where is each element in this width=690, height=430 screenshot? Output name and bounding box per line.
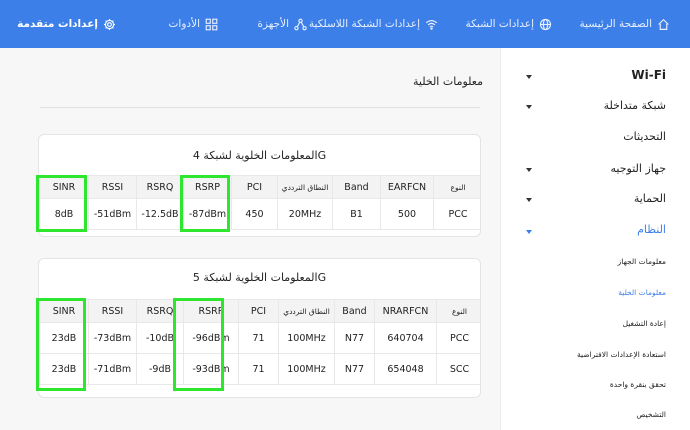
sidebar-item-wifi[interactable]: Wi-Fi [631,68,666,82]
table-header-row: SINR RSSI RSRQ RSRP PCI النطاق الترددي B… [39,299,480,323]
cell-info-5g-title: المعلومات الخلوية لشبكة 5G [192,271,327,284]
cell-earfcn: 500 [380,198,434,230]
nav-tools-label: الأدوات [168,18,200,30]
nav-network-settings[interactable]: إعدادات الشبكة [465,0,552,48]
sidebar-item-system[interactable]: النظام [637,223,666,236]
sidebar-item-router[interactable]: جهاز التوجيه [611,162,666,175]
cell-nrarfcn: 654048 [374,353,437,385]
cell-pci: 450 [231,198,278,230]
header-rssi: RSSI [88,175,137,199]
cell-pci: 71 [238,322,279,354]
nav-devices-label: الأجهزة [257,18,289,30]
sidebar-subitem-factory-reset[interactable]: استعادة الإعدادات الافتراضية [577,350,666,359]
nav-wireless-settings-label: إعدادات الشبكة اللاسلكية [308,18,420,30]
table-row: 8dB -51dBm -12.5dB -87dBm 450 20MHz B1 5… [39,198,480,230]
home-icon [658,18,669,30]
sidebar-subitem-device-info[interactable]: معلومات الجهاز [618,257,666,266]
header-band: Band [332,175,381,199]
header-rsrq: RSRQ [136,175,184,199]
highlight-4g-rsrp [180,175,230,232]
header-earfcn: EARFCN [380,175,434,199]
header-pci: PCI [231,175,278,199]
globe-icon [539,18,552,30]
sidebar: Wi-Fi شبكة متداخلة التحديثات جهاز التوجي… [500,48,690,430]
nav-home[interactable]: الصفحة الرئيسية [580,0,670,48]
cell-rssi: -73dBm [88,322,137,354]
sidebar-item-security[interactable]: الحماية [634,192,666,205]
sidebar-subitem-diagnostics[interactable]: التشخيص [636,410,666,419]
cell-rssi: -51dBm [88,198,137,230]
sidebar-item-mesh[interactable]: شبكة متداخلة [604,99,666,112]
header-nrarfcn: NRARFCN [374,299,437,323]
page-title: معلومات الخلية [413,75,483,88]
nav-wireless-settings[interactable]: إعدادات الشبكة اللاسلكية [309,0,438,48]
header-bandwidth: النطاق الترددي [277,175,333,199]
cell-band: N77 [334,322,375,354]
gear-icon [103,18,116,30]
highlight-4g-sinr [36,175,87,232]
nav-home-label: الصفحة الرئيسية [579,18,652,30]
router-chevron-down-icon[interactable] [526,168,532,172]
cell-type: SCC [436,353,480,385]
cell-info-5g-table: SINR RSSI RSRQ RSRP PCI النطاق الترددي B… [39,299,480,385]
top-nav-bar: الصفحة الرئيسية إعدادات الشبكة إعدادات ا… [0,0,690,48]
header-bandwidth: النطاق الترددي [278,299,335,323]
cell-bandwidth: 100MHz [278,322,335,354]
grid-tools-icon [205,18,218,30]
nav-devices[interactable]: الأجهزة [257,0,307,48]
cell-type: PCC [433,198,480,230]
security-chevron-down-icon[interactable] [526,198,532,202]
header-type: النوع [436,299,480,323]
cell-bandwidth: 20MHz [277,198,333,230]
cell-pci: 71 [238,353,279,385]
table-header-row: SINR RSSI RSRQ RSRP PCI النطاق الترددي B… [39,175,480,199]
nav-tools[interactable]: الأدوات [169,0,218,48]
cell-info-4g-table: SINR RSSI RSRQ RSRP PCI النطاق الترددي B… [39,175,480,230]
cell-nrarfcn: 640704 [374,322,437,354]
table-row: 23dB -73dBm -10dB -96dBm 71 100MHz N77 6… [39,322,480,354]
cell-rssi: -71dBm [88,353,137,385]
nav-network-settings-label: إعدادات الشبكة [465,18,534,30]
wifi-chevron-down-icon[interactable] [526,75,532,79]
cell-info-4g-title: المعلومات الخلوية لشبكة 4G [192,149,327,162]
header-band: Band [334,299,375,323]
sidebar-subitem-one-click-check[interactable]: تحقق بنقرة واحدة [610,380,666,389]
cell-rsrq: -12.5dB [136,198,184,230]
table-row: 23dB -71dBm -9dB -93dBm 71 100MHz N77 65… [39,353,480,385]
nav-advanced-settings[interactable]: إعدادات متقدمة [17,0,116,48]
sidebar-subitem-cell-info[interactable]: معلومات الخلية [618,288,666,297]
highlight-5g-sinr [36,298,86,391]
cell-info-4g-card: المعلومات الخلوية لشبكة 4G SINR RSSI RSR… [38,134,481,237]
nav-advanced-settings-label: إعدادات متقدمة [17,18,98,30]
header-type: النوع [433,175,480,199]
mesh-chevron-down-icon[interactable] [526,105,532,109]
cell-info-5g-card: المعلومات الخلوية لشبكة 5G SINR RSSI RSR… [38,258,481,398]
cell-bandwidth: 100MHz [278,353,335,385]
sidebar-item-updates[interactable]: التحديثات [623,130,666,143]
wifi-icon [425,19,438,30]
cell-band: N77 [334,353,375,385]
sidebar-subitem-reboot[interactable]: إعادة التشغيل [623,319,666,328]
cell-type: PCC [436,322,480,354]
header-rssi: RSSI [88,299,137,323]
system-chevron-down-icon[interactable] [526,230,532,234]
header-pci: PCI [238,299,279,323]
title-divider [40,107,480,108]
cell-band: B1 [332,198,381,230]
network-topology-icon [294,18,307,30]
highlight-5g-rsrp [173,298,224,391]
